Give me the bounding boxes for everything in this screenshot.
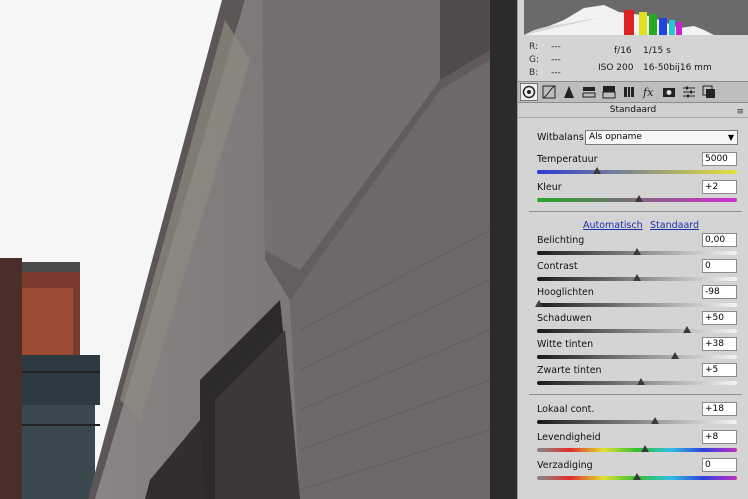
belichting-slider-thumb[interactable]: [633, 248, 641, 255]
auto-link[interactable]: Automatisch: [583, 220, 643, 231]
g-label: G:: [529, 55, 540, 65]
zwarte-tinten-label: Zwarte tinten: [537, 365, 602, 376]
whitebalance-label: Witbalans:: [537, 132, 588, 143]
panel-toolbar: fx: [518, 81, 748, 103]
lokaal-cont-slider-track[interactable]: [537, 420, 737, 424]
lens-corrections-icon[interactable]: [620, 83, 638, 101]
schaduwen-value-field[interactable]: +50: [702, 311, 737, 325]
contrast-value-field[interactable]: 0: [702, 259, 737, 273]
levendigheid-value-field[interactable]: +8: [702, 430, 737, 444]
hooglichten-value-field[interactable]: -98: [702, 285, 737, 299]
contrast-slider-thumb[interactable]: [633, 274, 641, 281]
r-value: ---: [551, 42, 561, 52]
split-toning-icon[interactable]: [600, 83, 618, 101]
contrast-label: Contrast: [537, 261, 578, 272]
camera-calibration-icon[interactable]: [660, 83, 678, 101]
presets-icon[interactable]: [680, 83, 698, 101]
photo-preview[interactable]: [0, 0, 490, 499]
lokaal-cont-label: Lokaal cont.: [537, 404, 595, 415]
witte-tinten-value-field[interactable]: +38: [702, 337, 737, 351]
levendigheid-slider-thumb[interactable]: [641, 445, 649, 452]
whitebalance-value: Als opname: [589, 132, 642, 142]
temperatuur-value-field[interactable]: 5000: [702, 152, 737, 166]
levendigheid-label: Levendigheid: [537, 432, 601, 443]
witte-tinten-slider-track[interactable]: [537, 355, 737, 359]
verzadiging-label: Verzadiging: [537, 460, 593, 471]
whitebalance-select[interactable]: Als opname ▼: [585, 130, 738, 145]
temperatuur-slider-thumb[interactable]: [593, 167, 601, 174]
zwarte-tinten-slider-thumb[interactable]: [637, 378, 645, 385]
panel-title: Standaard ≡: [518, 103, 748, 118]
kleur-label: Kleur: [537, 182, 562, 193]
r-label: R:: [529, 42, 539, 52]
basic-icon[interactable]: [520, 83, 538, 101]
belichting-label: Belichting: [537, 235, 585, 246]
zwarte-tinten-value-field[interactable]: +5: [702, 363, 737, 377]
shutter-speed: 1/15 s: [643, 46, 671, 56]
b-value: ---: [551, 68, 561, 78]
svg-text:fx: fx: [642, 86, 654, 99]
schaduwen-slider-track[interactable]: [537, 329, 737, 333]
temperatuur-slider-track[interactable]: [537, 170, 737, 174]
witte-tinten-label: Witte tinten: [537, 339, 594, 350]
b-label: B:: [529, 68, 539, 78]
effects-icon[interactable]: fx: [640, 83, 658, 101]
iso: ISO 200: [598, 63, 634, 73]
kleur-slider-thumb[interactable]: [635, 195, 643, 202]
chevron-down-icon: ▼: [727, 133, 734, 142]
lokaal-cont-value-field[interactable]: +18: [702, 402, 737, 416]
tone-curve-icon[interactable]: [540, 83, 558, 101]
hooglichten-slider-thumb[interactable]: [535, 300, 543, 307]
schaduwen-label: Schaduwen: [537, 313, 592, 324]
default-link[interactable]: Standaard: [650, 220, 699, 231]
separator: [529, 394, 742, 395]
lens: 16-50bij16 mm: [643, 63, 712, 73]
witte-tinten-slider-thumb[interactable]: [671, 352, 679, 359]
photo-image: [0, 0, 490, 499]
g-value: ---: [551, 55, 561, 65]
temperatuur-label: Temperatuur: [537, 154, 598, 165]
histogram: [524, 0, 748, 35]
hooglichten-slider-track[interactable]: [537, 303, 737, 307]
separator: [529, 211, 742, 212]
detail-icon[interactable]: [560, 83, 578, 101]
levendigheid-slider-track[interactable]: [537, 448, 737, 452]
aperture: f/16: [614, 46, 632, 56]
hsl-icon[interactable]: [580, 83, 598, 101]
verzadiging-value-field[interactable]: 0: [702, 458, 737, 472]
hooglichten-label: Hooglichten: [537, 287, 594, 298]
kleur-value-field[interactable]: +2: [702, 180, 737, 194]
verzadiging-slider-thumb[interactable]: [633, 473, 641, 480]
lokaal-cont-slider-thumb[interactable]: [651, 417, 659, 424]
snapshots-icon[interactable]: [700, 83, 718, 101]
schaduwen-slider-thumb[interactable]: [683, 326, 691, 333]
panel-divider[interactable]: [490, 0, 517, 499]
belichting-value-field[interactable]: 0,00: [702, 233, 737, 247]
panel-title-text: Standaard: [609, 105, 657, 115]
panel-menu-icon[interactable]: ≡: [736, 105, 744, 119]
